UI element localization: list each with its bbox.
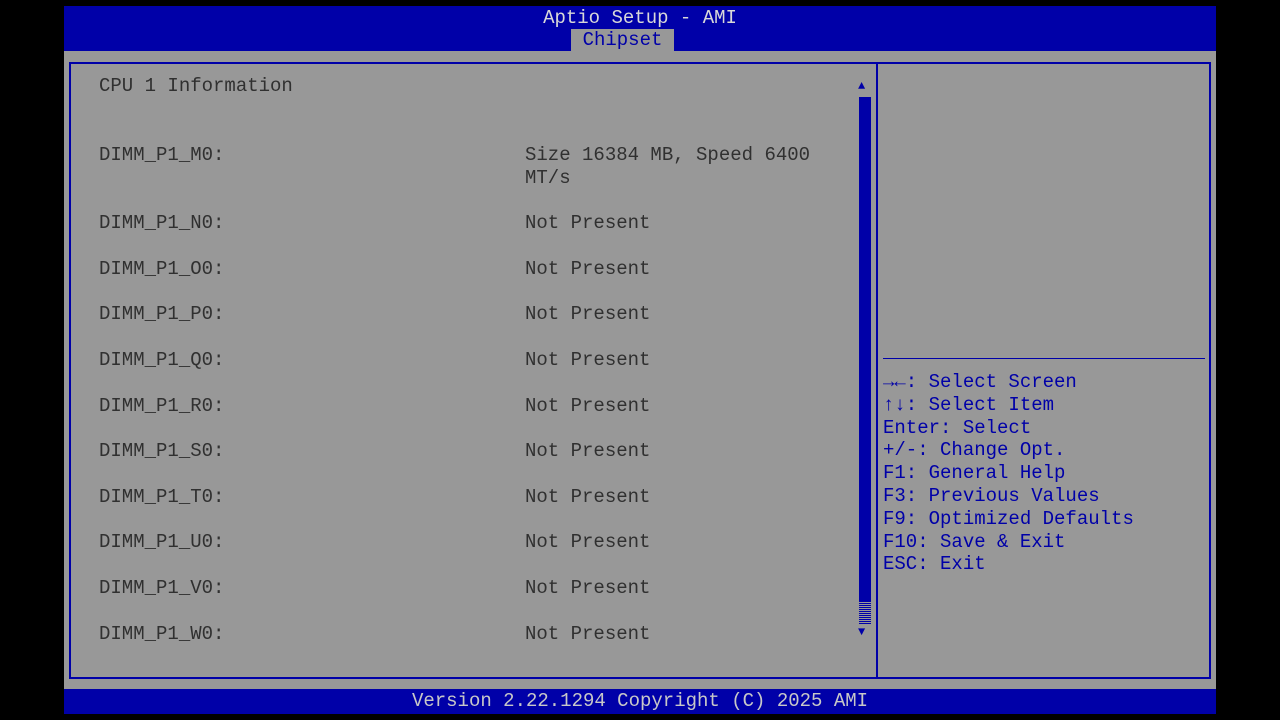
dimm-value: Not Present [525,440,835,463]
app-title: Aptio Setup - AMI [64,7,1216,29]
scrollbar-track[interactable] [859,602,871,624]
dimm-label: DIMM_P1_T0: [99,486,224,509]
header: Aptio Setup - AMI Chipset [64,6,1216,51]
help-divider [883,358,1205,359]
section-title: CPU 1 Information [99,75,293,98]
help-item: ESC: Exit [883,553,1134,576]
dimm-value: Not Present [525,531,835,554]
dimm-label: DIMM_P1_V0: [99,577,224,600]
dimm-label: DIMM_P1_O0: [99,258,224,281]
dimm-value: Not Present [525,623,835,646]
dimm-label: DIMM_P1_S0: [99,440,224,463]
dimm-value: Not Present [525,258,835,281]
panel-divider [876,64,878,677]
tab-chipset[interactable]: Chipset [571,29,674,51]
help-item: F3: Previous Values [883,485,1134,508]
scroll-up-arrow-icon[interactable]: ▲ [858,79,865,93]
dimm-label: DIMM_P1_M0: [99,144,224,167]
help-item: →←: Select Screen [883,371,1134,394]
dimm-value: Not Present [525,577,835,600]
help-item: F9: Optimized Defaults [883,508,1134,531]
dimm-value: Not Present [525,349,835,372]
dimm-label: DIMM_P1_W0: [99,623,224,646]
footer-version: Version 2.22.1294 Copyright (C) 2025 AMI [64,689,1216,714]
dimm-value: Size 16384 MB, Speed 6400 MT/s [525,144,835,190]
dimm-value: Not Present [525,212,835,235]
dimm-label: DIMM_P1_Q0: [99,349,224,372]
help-item: Enter: Select [883,417,1134,440]
help-item: F10: Save & Exit [883,531,1134,554]
scroll-down-arrow-icon[interactable]: ▼ [858,625,865,639]
dimm-label: DIMM_P1_P0: [99,303,224,326]
help-item: +/-: Change Opt. [883,439,1134,462]
dimm-label: DIMM_P1_R0: [99,395,224,418]
bios-window: Aptio Setup - AMI Chipset CPU 1 Informat… [64,6,1216,714]
dimm-value: Not Present [525,395,835,418]
dimm-label: DIMM_P1_U0: [99,531,224,554]
dimm-label: DIMM_P1_N0: [99,212,224,235]
dimm-value: Not Present [525,303,835,326]
dimm-value: Not Present [525,486,835,509]
key-help-list: →←: Select Screen↑↓: Select ItemEnter: S… [883,371,1134,576]
help-item: F1: General Help [883,462,1134,485]
main-panel: CPU 1 Information DIMM_P1_M0: Size 16384 … [69,62,1211,679]
scrollbar-thumb[interactable] [859,97,871,602]
help-item: ↑↓: Select Item [883,394,1134,417]
